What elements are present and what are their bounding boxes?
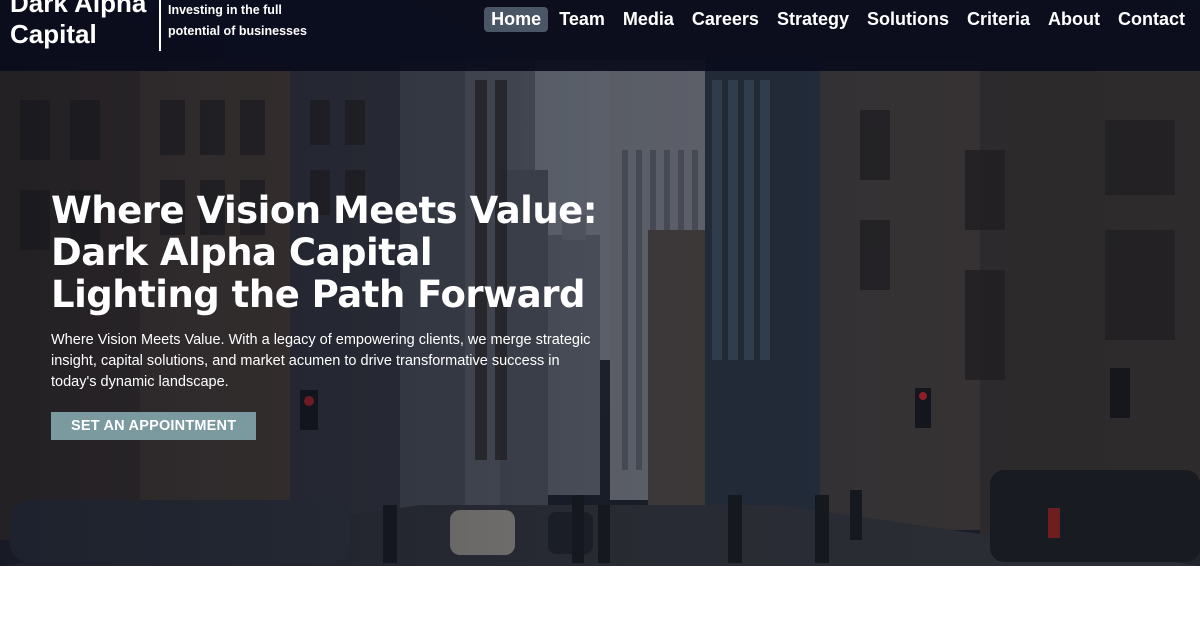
nav-item-team[interactable]: Team [552,7,612,32]
nav-item-media[interactable]: Media [616,7,681,32]
nav-item-contact[interactable]: Contact [1111,7,1192,32]
brand-name[interactable]: Dark Alpha Capital [10,0,160,50]
page: Dark Alpha Capital Investing in the full… [0,0,1200,630]
hero-title: Where Vision Meets Value: Dark Alpha Cap… [51,189,598,316]
nav-item-criteria[interactable]: Criteria [960,7,1037,32]
nav-item-careers[interactable]: Careers [685,7,766,32]
site-header: Dark Alpha Capital Investing in the full… [0,0,1200,71]
nav-item-home[interactable]: Home [484,7,549,32]
hero-content: Where Vision Meets Value: Dark Alpha Cap… [51,190,611,440]
brand-tagline: Investing in the full potential of busin… [168,3,307,38]
brand-divider [159,0,161,51]
main-nav: Home Team Media Careers Strategy Solutio… [484,7,1192,32]
nav-item-about[interactable]: About [1041,7,1107,32]
set-appointment-button[interactable]: SET AN APPOINTMENT [51,412,257,440]
nav-item-solutions[interactable]: Solutions [860,7,956,32]
nav-item-strategy[interactable]: Strategy [770,7,856,32]
below-hero-section [0,566,1200,630]
hero-description: Where Vision Meets Value. With a legacy … [51,332,591,390]
